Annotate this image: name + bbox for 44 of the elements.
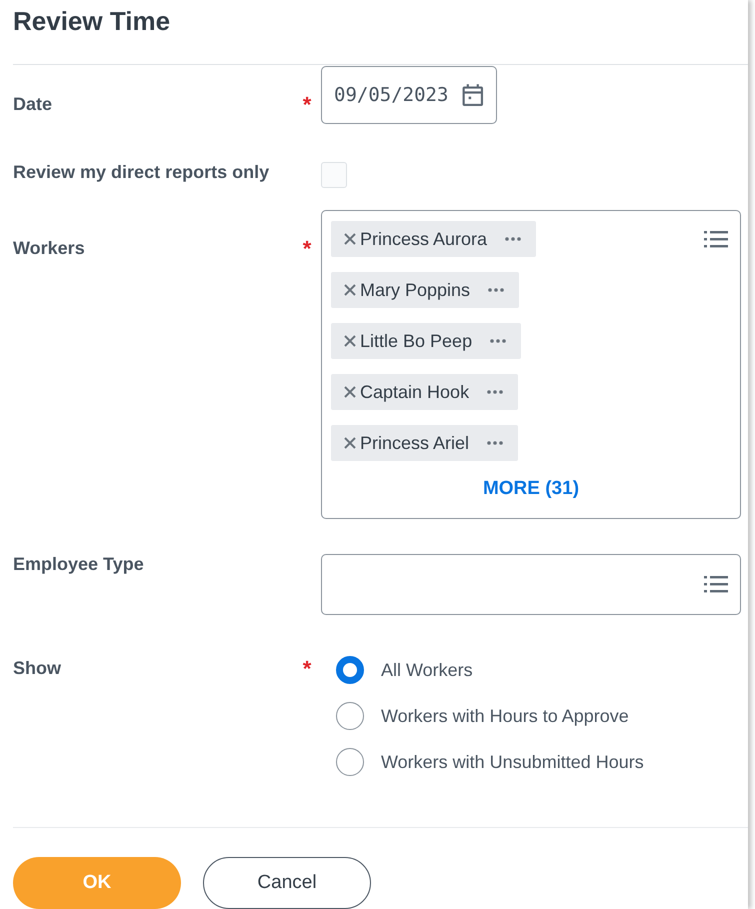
calendar-icon[interactable]: [462, 81, 484, 109]
list-icon[interactable]: [704, 229, 728, 249]
worker-name: Princess Aurora: [360, 228, 488, 250]
radio-label[interactable]: Workers with Unsubmitted Hours: [381, 752, 644, 772]
field-label: Employee Type: [13, 554, 145, 575]
worker-chip[interactable]: Princess Aurora: [331, 221, 536, 257]
field-label: Date: [13, 94, 54, 115]
workers-field[interactable]: Princess Aurora Mary Poppins Little Bo Peep Captain Hook Princess Ariel MORE (31): [321, 210, 741, 519]
radio-button[interactable]: [336, 656, 364, 684]
more-link[interactable]: MORE (31): [482, 478, 580, 500]
worker-name: Little Bo Peep: [360, 330, 472, 352]
more-options-icon[interactable]: [489, 338, 508, 344]
radio-label[interactable]: All Workers: [381, 660, 473, 680]
field-label: Workers: [13, 238, 86, 259]
close-icon[interactable]: [343, 385, 357, 399]
more-options-icon[interactable]: [504, 236, 522, 242]
page-title: Review Time: [12, 5, 172, 38]
worker-chip[interactable]: Little Bo Peep: [331, 323, 522, 359]
employee-type-field[interactable]: [321, 554, 741, 615]
required-mark: *: [302, 92, 312, 117]
radio-button[interactable]: [336, 748, 364, 776]
required-mark: *: [302, 236, 312, 261]
date-field[interactable]: 09/05/2023: [321, 66, 497, 124]
radio-button[interactable]: [336, 702, 364, 730]
cancel-button[interactable]: Cancel: [203, 857, 371, 909]
close-icon[interactable]: [343, 436, 357, 450]
list-icon[interactable]: [704, 574, 728, 594]
close-icon[interactable]: [343, 334, 357, 348]
worker-chip[interactable]: Mary Poppins: [331, 272, 520, 308]
required-mark: *: [302, 656, 312, 681]
worker-chip[interactable]: Captain Hook: [331, 374, 518, 410]
radio-label[interactable]: Workers with Hours to Approve: [381, 706, 629, 726]
checkbox[interactable]: [321, 162, 347, 188]
close-icon[interactable]: [343, 232, 357, 246]
worker-chip[interactable]: Princess Ariel: [331, 425, 518, 461]
close-icon[interactable]: [343, 283, 357, 297]
more-options-icon[interactable]: [486, 389, 504, 395]
field-label: Show: [13, 658, 62, 679]
more-options-icon[interactable]: [486, 440, 504, 446]
worker-name: Mary Poppins: [360, 280, 470, 300]
worker-name: Princess Ariel: [360, 432, 470, 454]
field-label: Review my direct reports only: [13, 162, 270, 183]
worker-name: Captain Hook: [360, 382, 470, 402]
more-options-icon[interactable]: [487, 287, 506, 293]
